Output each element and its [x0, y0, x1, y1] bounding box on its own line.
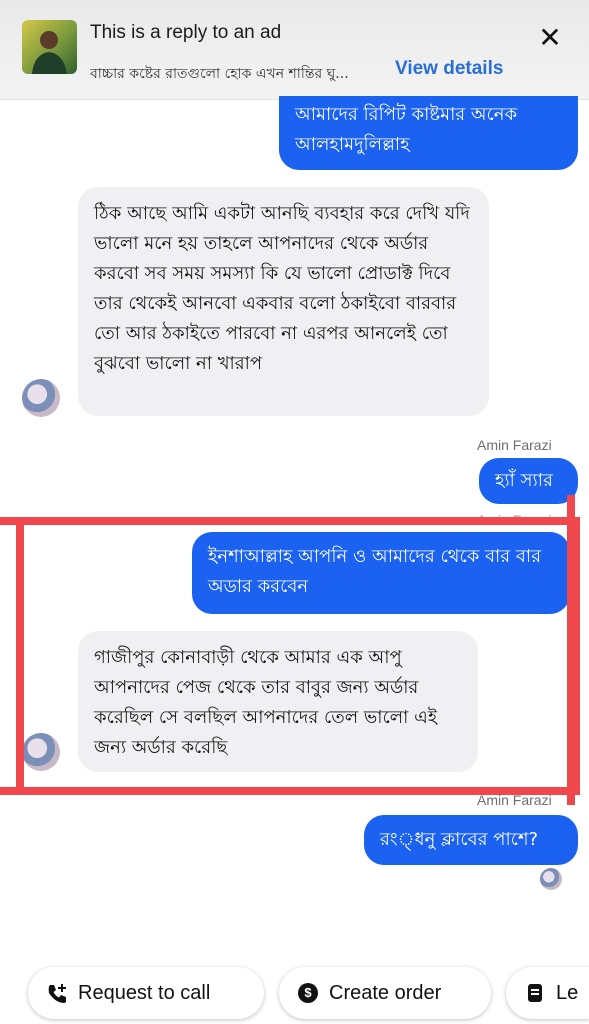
highlight-line — [0, 787, 30, 795]
ad-reply-title: This is a reply to an ad — [90, 22, 282, 43]
message-outgoing[interactable]: ইনশাআল্লাহ আপনি ও আমাদের থেকে বার বার অড… — [192, 532, 570, 614]
message-outgoing[interactable]: হ্যাঁ স্যার — [479, 458, 578, 504]
seen-avatar — [540, 868, 562, 890]
contact-avatar[interactable] — [22, 733, 60, 771]
message-text: রং্ধনু ক্লাবের পাশে? — [380, 829, 539, 850]
highlight-line — [567, 495, 575, 805]
view-details-link[interactable]: View details — [395, 58, 503, 80]
close-icon[interactable]: ✕ — [536, 24, 564, 52]
highlight-line — [0, 517, 30, 525]
message-text: গাজীপুর কোনাবাড়ী থেকে আমার এক আপু আপনাদ… — [94, 647, 438, 758]
ad-reply-header: This is a reply to an ad বাচ্চার কষ্টের … — [0, 0, 589, 100]
message-incoming[interactable]: গাজীপুর কোনাবাড়ী থেকে আমার এক আপু আপনাদ… — [78, 631, 478, 772]
message-outgoing[interactable]: রং্ধনু ক্লাবের পাশে? — [364, 815, 578, 865]
request-to-call-label: Request to call — [78, 981, 211, 1004]
create-order-label: Create order — [329, 981, 442, 1004]
sender-name: Amin Farazi — [477, 512, 552, 528]
third-action-label: Le — [556, 981, 579, 1004]
create-order-button[interactable]: $ Create order — [279, 967, 491, 1019]
ad-thumbnail[interactable] — [22, 20, 77, 74]
document-icon — [524, 982, 546, 1004]
sender-name: Amin Farazi — [477, 792, 552, 808]
message-text: হ্যাঁ স্যার — [495, 470, 553, 491]
third-action-button[interactable]: Le — [506, 967, 589, 1019]
contact-avatar[interactable] — [22, 379, 60, 417]
sender-name: Amin Farazi — [477, 437, 552, 453]
ad-subtitle: বাচ্চার কষ্টের রাতগুলো হোক এখন শান্তির ঘ… — [90, 66, 349, 82]
message-text: আমাদের রিপিট কাষ্টমার অনেক আলহামদুলিল্লা… — [295, 104, 518, 155]
message-outgoing[interactable]: আমাদের রিপিট কাষ্টমার অনেক আলহামদুলিল্লা… — [279, 96, 578, 170]
message-text: ঠিক আছে আমি একটা আনছি ব্যবহার করে দেখি য… — [94, 203, 470, 374]
dollar-circle-icon: $ — [297, 982, 319, 1004]
message-text: ইনশাআল্লাহ আপনি ও আমাদের থেকে বার বার অড… — [208, 546, 542, 597]
phone-plus-icon — [46, 982, 68, 1004]
message-incoming[interactable]: ঠিক আছে আমি একটা আনছি ব্যবহার করে দেখি য… — [78, 187, 489, 416]
request-to-call-button[interactable]: Request to call — [28, 967, 264, 1019]
